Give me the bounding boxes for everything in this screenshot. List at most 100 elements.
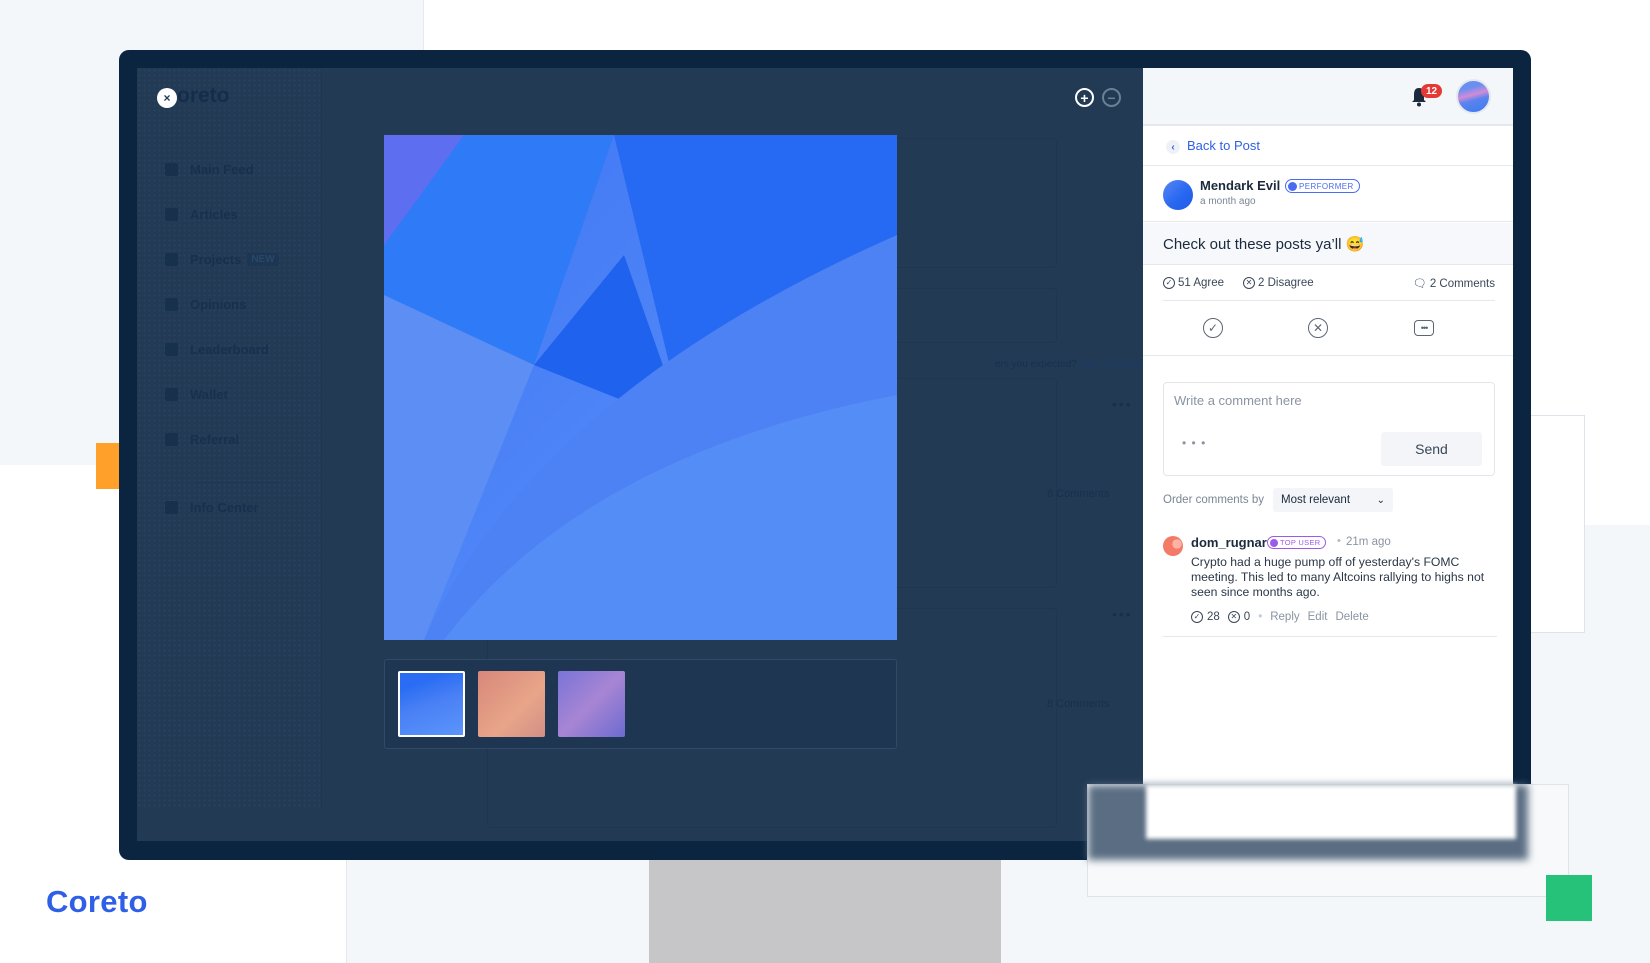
agree-count: ✓ 51 Agree: [1163, 277, 1224, 289]
reply-link[interactable]: Reply: [1270, 611, 1299, 623]
info-icon: [165, 501, 178, 514]
sidebar-divider: [197, 482, 279, 483]
thumbnail-peach[interactable]: [478, 671, 545, 737]
blue-abstract-image: [384, 135, 897, 640]
thumbnail-strip: [384, 659, 897, 749]
articles-icon: [165, 208, 178, 221]
comment-agree-count: 28: [1207, 611, 1220, 623]
check-circle-icon: ✓: [1163, 277, 1175, 289]
comment-disagree-count: 0: [1243, 611, 1251, 623]
chart-icon: [165, 298, 178, 311]
agree-button[interactable]: ✓: [1203, 318, 1223, 338]
commenter-avatar[interactable]: [1163, 536, 1183, 556]
decorative-overlay: [1087, 784, 1569, 897]
delete-link[interactable]: Delete: [1335, 611, 1368, 623]
wallet-icon: [165, 388, 178, 401]
crown-icon: [165, 343, 178, 356]
panel-header: 12: [1143, 68, 1513, 126]
author-name[interactable]: Mendark Evil: [1200, 178, 1280, 193]
zoom-out-button[interactable]: −: [1102, 88, 1121, 107]
back-to-post-link[interactable]: ‹ Back to Post: [1143, 128, 1513, 166]
top-user-badge: TOP USER: [1267, 536, 1327, 549]
zoom-in-button[interactable]: +: [1075, 88, 1094, 107]
performer-icon: [1288, 181, 1297, 191]
post-author: Mendark Evil PERFORMER a month ago: [1143, 167, 1513, 222]
comments-panel: 12 ‹ Back to Post Mendark Evil PERFORMER…: [1143, 68, 1513, 784]
overlay-blur-white: [1146, 785, 1516, 839]
brand-logo: Coreto: [46, 884, 148, 919]
close-viewer-button[interactable]: ×: [157, 88, 177, 108]
comment-input[interactable]: [1174, 393, 1474, 408]
separator-dot: •: [1337, 535, 1341, 547]
feedback-link[interactable]: Give feedback.: [1080, 359, 1147, 370]
sidebar-item-wallet[interactable]: Wallet: [165, 387, 228, 402]
comment-button[interactable]: •••: [1414, 320, 1434, 336]
decorative-green-square: [1546, 875, 1592, 921]
main-image: [384, 135, 897, 640]
comment-body: Crypto had a huge pump off of yesterday'…: [1191, 555, 1485, 599]
order-selected-value: Most relevant: [1281, 494, 1351, 506]
sidebar-item-main-feed[interactable]: Main Feed: [165, 162, 254, 177]
sidebar-item-label: Wallet: [190, 387, 228, 402]
thumbnail-blue[interactable]: [398, 671, 465, 737]
sidebar-logo: oreto: [177, 84, 230, 107]
performer-badge: PERFORMER: [1285, 179, 1360, 193]
sidebar-item-projects[interactable]: Projects NEW: [165, 252, 279, 267]
more-options-icon[interactable]: • • •: [1182, 436, 1206, 450]
sidebar-item-label: Leaderboard: [190, 342, 269, 357]
order-comments-label: Order comments by: [1163, 494, 1264, 506]
sidebar-item-label: Referral: [190, 432, 240, 447]
notification-count-badge: 12: [1421, 84, 1442, 98]
user-avatar[interactable]: [1456, 79, 1491, 114]
chevron-down-icon: ⌄: [1376, 494, 1385, 506]
feedback-text: ers you expected? Give feedback.: [995, 359, 1147, 370]
check-circle-icon: ✓: [1207, 321, 1219, 335]
post-actions: ✓ ✕ •••: [1143, 302, 1513, 356]
sidebar-item-referral[interactable]: Referral: [165, 432, 239, 447]
check-circle-icon[interactable]: ✓: [1191, 611, 1203, 623]
referral-icon: [165, 433, 178, 446]
post-text-row: Check out these posts ya’ll 😅: [1143, 223, 1513, 265]
sidebar-item-label: Opinions: [190, 297, 247, 312]
sidebar-item-label: Articles: [190, 207, 238, 222]
monitor-stand: [649, 858, 1001, 963]
comment-box: • • • Send: [1163, 382, 1495, 476]
more-options-icon[interactable]: •••: [1112, 396, 1133, 412]
author-avatar[interactable]: [1163, 180, 1193, 210]
comment-bubble-icon: •••: [1420, 323, 1429, 333]
x-circle-icon: ✕: [1243, 277, 1255, 289]
disagree-count: ✕ 2 Disagree: [1243, 277, 1314, 289]
sidebar-item-leaderboard[interactable]: Leaderboard: [165, 342, 269, 357]
back-to-post-label: Back to Post: [1187, 138, 1260, 153]
x-circle-icon: ✕: [1312, 321, 1324, 335]
disagree-button[interactable]: ✕: [1308, 318, 1328, 338]
edit-link[interactable]: Edit: [1308, 611, 1328, 623]
sidebar-item-articles[interactable]: Articles: [165, 207, 238, 222]
sidebar-item-opinions[interactable]: Opinions: [165, 297, 246, 312]
comments-icon: 🗨: [1412, 278, 1427, 290]
sidebar-item-label: Main Feed: [190, 162, 254, 177]
thumbnail-purple[interactable]: [558, 671, 625, 737]
screen: oreto Main Feed Articles Projects NEW Opi…: [137, 68, 1513, 841]
commenter-name[interactable]: dom_rugnar: [1191, 535, 1267, 550]
sidebar: oreto Main Feed Articles Projects NEW Opi…: [137, 68, 322, 808]
more-options-icon[interactable]: •••: [1112, 606, 1133, 622]
sidebar-item-info-center[interactable]: Info Center: [165, 500, 259, 515]
x-circle-icon[interactable]: ✕: [1227, 611, 1240, 623]
new-badge: NEW: [247, 253, 279, 266]
comment-item: dom_rugnar TOP USER • 21m ago Crypto had…: [1163, 530, 1497, 637]
post-text: Check out these posts ya’ll 😅: [1163, 236, 1365, 253]
comment-time: 21m ago: [1346, 536, 1391, 548]
comments-count: 8 Comments: [1047, 488, 1110, 500]
rocket-icon: [165, 253, 178, 266]
order-comments-select[interactable]: Most relevant ⌄: [1273, 488, 1393, 512]
separator-dot: •: [1258, 611, 1263, 623]
chevron-left-icon: ‹: [1166, 140, 1180, 154]
comments-count: 8 Comments: [1047, 698, 1110, 710]
top-user-icon: [1270, 538, 1278, 547]
send-button[interactable]: Send: [1381, 432, 1482, 466]
post-time: a month ago: [1200, 196, 1256, 207]
sidebar-item-label: Projects: [190, 252, 242, 267]
post-stats: ✓ 51 Agree ✕ 2 Disagree 🗨 2 Comments: [1163, 273, 1495, 301]
comments-count[interactable]: 🗨 2 Comments: [1412, 277, 1495, 291]
